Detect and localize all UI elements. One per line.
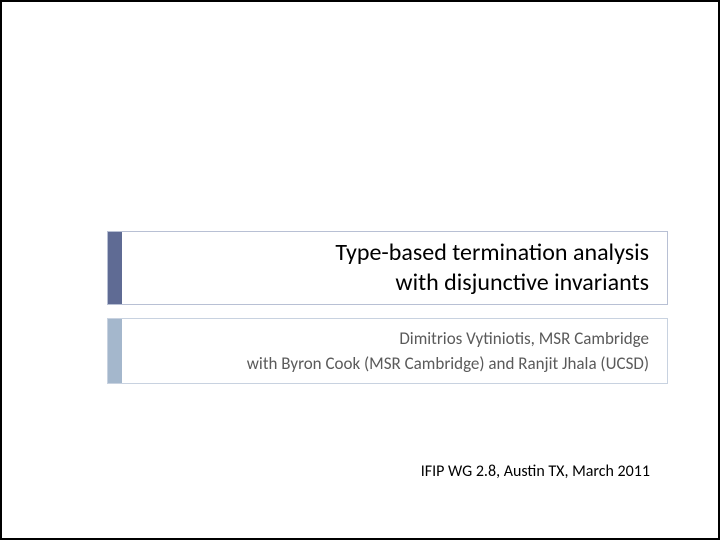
title-line-2: with disjunctive invariants <box>395 268 649 298</box>
title-text: Type-based termination analysis with dis… <box>122 232 667 304</box>
footer-text: IFIP WG 2.8, Austin TX, March 2011 <box>107 462 668 481</box>
slide-frame: Type-based termination analysis with dis… <box>0 0 720 540</box>
title-accent-bar <box>108 232 122 304</box>
subtitle-accent-bar <box>108 319 122 383</box>
subtitle-box: Dimitrios Vytiniotis, MSR Cambridge with… <box>107 318 668 384</box>
title-line-1: Type-based termination analysis <box>335 238 649 268</box>
subtitle-line-2: with Byron Cook (MSR Cambridge) and Ranj… <box>247 351 649 377</box>
subtitle-text: Dimitrios Vytiniotis, MSR Cambridge with… <box>122 319 667 383</box>
subtitle-line-1: Dimitrios Vytiniotis, MSR Cambridge <box>399 326 649 352</box>
title-box: Type-based termination analysis with dis… <box>107 231 668 305</box>
